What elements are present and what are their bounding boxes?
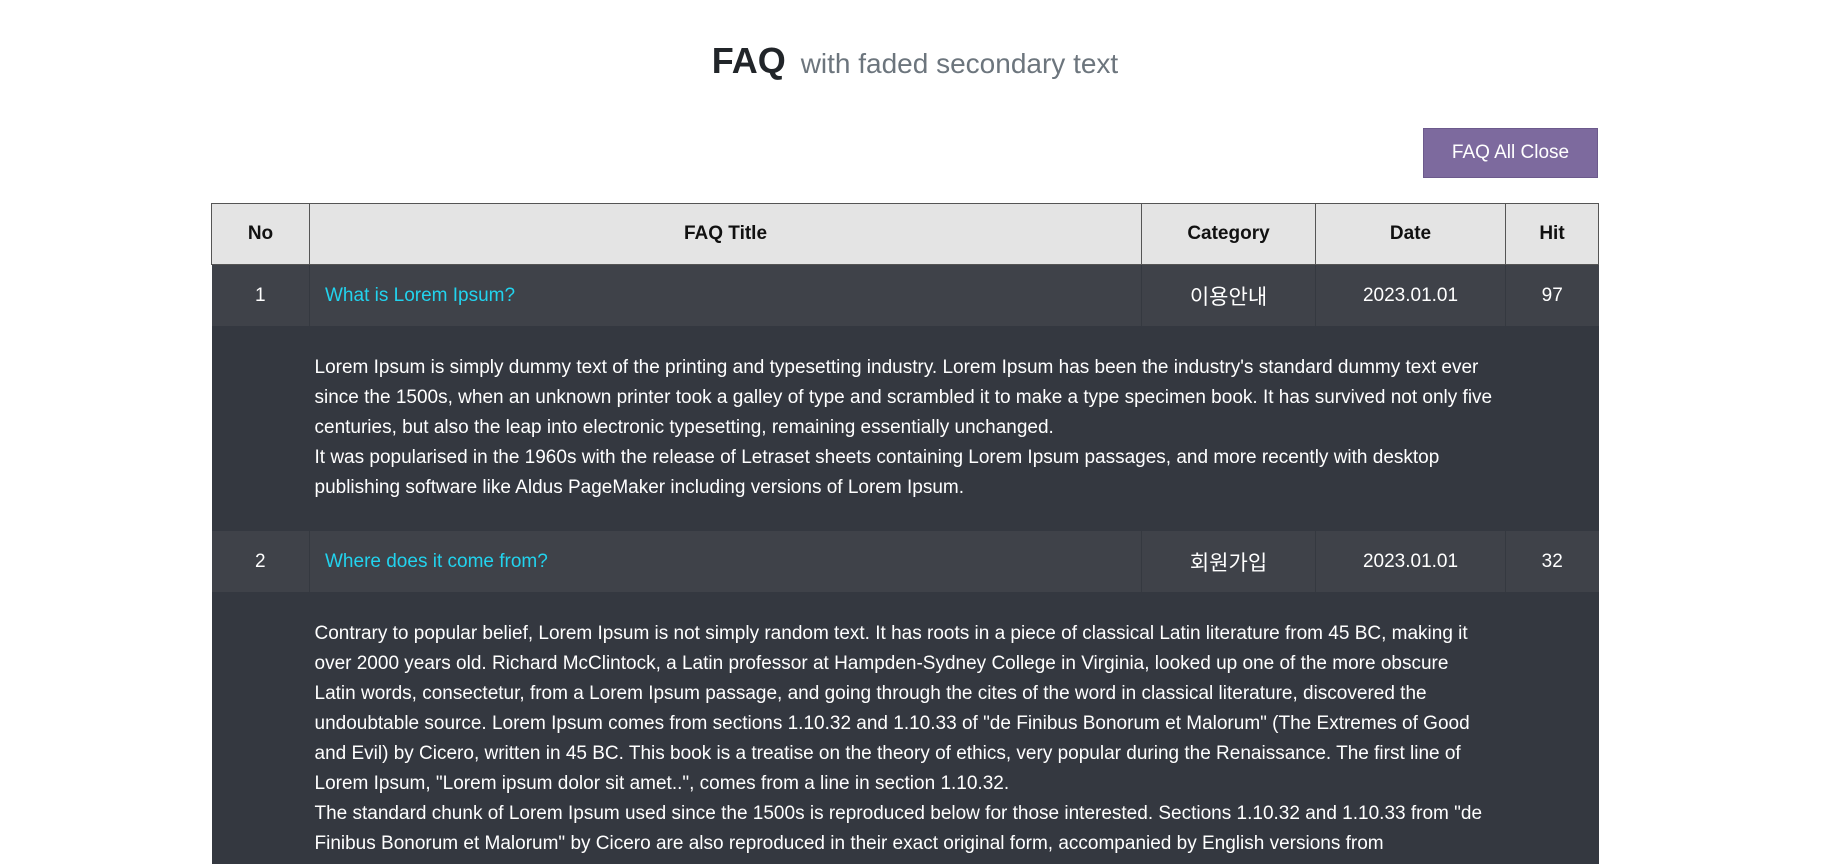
faq-category: 이용안내	[1141, 264, 1316, 327]
column-header-date: Date	[1315, 203, 1506, 265]
faq-table: No FAQ Title Category Date Hit 1 What is…	[211, 203, 1599, 864]
faq-answer-paragraph: Lorem Ipsum is simply dummy text of the …	[314, 357, 1493, 438]
faq-number: 2	[211, 531, 310, 593]
faq-question-row[interactable]: 2 Where does it come from? 회원가입 2023.01.…	[211, 531, 1599, 593]
faq-date: 2023.01.01	[1315, 531, 1506, 593]
faq-answer-row: Contrary to popular belief, Lorem Ipsum …	[211, 592, 1599, 864]
page-title-secondary: with faded secondary text	[800, 48, 1119, 79]
faq-all-close-button[interactable]: FAQ All Close	[1423, 128, 1598, 178]
column-header-no: No	[211, 203, 310, 265]
column-header-title: FAQ Title	[309, 203, 1142, 265]
page-title: FAQ with faded secondary text	[0, 40, 1830, 82]
faq-date: 2023.01.01	[1315, 264, 1506, 327]
faq-answer: Contrary to popular belief, Lorem Ipsum …	[212, 593, 1599, 864]
faq-category: 회원가입	[1141, 531, 1316, 593]
faq-answer-paragraph: Contrary to popular belief, Lorem Ipsum …	[314, 623, 1470, 794]
faq-answer-paragraph: The standard chunk of Lorem Ipsum used s…	[314, 803, 1483, 854]
page-title-main: FAQ	[711, 40, 786, 81]
faq-title-link[interactable]: Where does it come from?	[325, 551, 548, 572]
faq-answer: Lorem Ipsum is simply dummy text of the …	[212, 327, 1599, 531]
table-header-row: No FAQ Title Category Date Hit	[211, 203, 1599, 265]
faq-answer-row: Lorem Ipsum is simply dummy text of the …	[211, 326, 1599, 531]
faq-hit-count: 32	[1505, 531, 1599, 593]
faq-hit-count: 97	[1505, 264, 1599, 327]
faq-question-row[interactable]: 1 What is Lorem Ipsum? 이용안내 2023.01.01 9…	[211, 264, 1599, 327]
column-header-category: Category	[1141, 203, 1316, 265]
faq-title-link[interactable]: What is Lorem Ipsum?	[325, 285, 515, 306]
column-header-hit: Hit	[1505, 203, 1599, 265]
faq-page: FAQ with faded secondary text FAQ All Cl…	[0, 0, 1830, 864]
faq-answer-paragraph: It was popularised in the 1960s with the…	[314, 447, 1440, 498]
faq-number: 1	[211, 264, 310, 327]
